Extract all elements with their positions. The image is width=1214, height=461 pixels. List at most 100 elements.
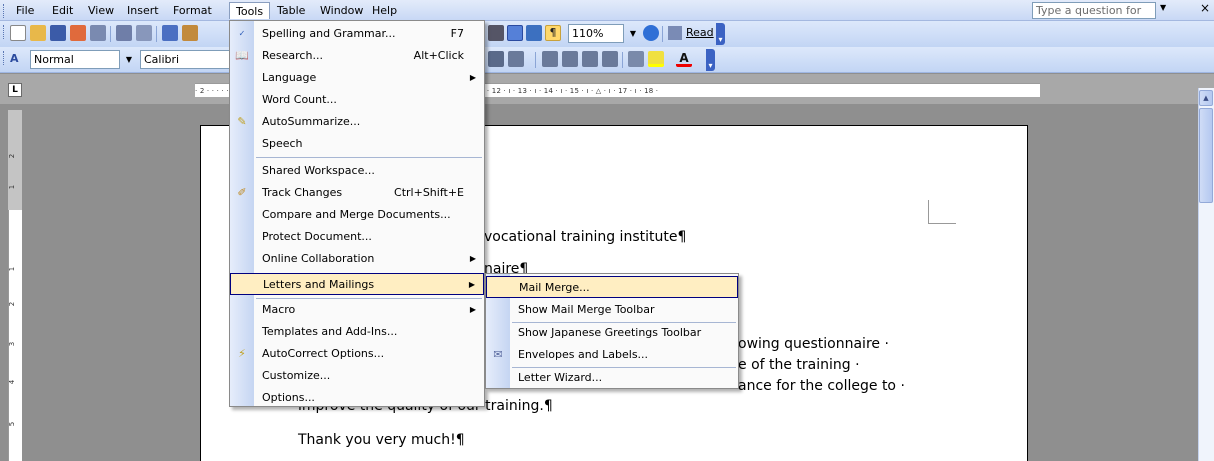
decrease-indent-icon[interactable] <box>582 51 598 67</box>
menu-item-autosummarize[interactable]: ✎ AutoSummarize... <box>230 111 484 133</box>
new-icon[interactable] <box>10 25 26 41</box>
menu-item-templates[interactable]: Templates and Add-Ins... <box>230 321 484 343</box>
menu-item-shared-workspace[interactable]: Shared Workspace... <box>230 160 484 182</box>
tools-menu: ✓ Spelling and Grammar... F7 📖 Research.… <box>229 20 485 407</box>
menu-tools[interactable]: Tools <box>229 2 271 19</box>
bullets-icon[interactable] <box>562 51 578 67</box>
highlight-icon[interactable] <box>648 51 664 67</box>
menu-item-compare-merge[interactable]: Compare and Merge Documents... <box>230 204 484 226</box>
menu-table[interactable]: Table <box>271 2 311 19</box>
open-icon[interactable] <box>30 25 46 41</box>
style-select[interactable]: Normal <box>30 50 120 69</box>
help-dropdown-icon[interactable]: ▼ <box>1160 3 1166 12</box>
toolbar-grip[interactable] <box>3 25 6 39</box>
doc-line[interactable]: e of the training · <box>738 357 860 373</box>
scroll-up-icon[interactable]: ▲ <box>1199 90 1213 106</box>
border-icon[interactable] <box>628 51 644 67</box>
menu-item-customize[interactable]: Customize... <box>230 365 484 387</box>
menu-item-protect-document[interactable]: Protect Document... <box>230 226 484 248</box>
zoom-dropdown-icon[interactable]: ▼ <box>626 24 640 43</box>
toolbar-separator <box>110 26 111 42</box>
menu-item-spelling[interactable]: ✓ Spelling and Grammar... F7 <box>230 23 484 45</box>
submenu-arrow-icon: ▶ <box>469 305 476 314</box>
vruler-num: 2 <box>8 153 17 159</box>
preview-icon[interactable] <box>136 25 152 41</box>
toolbar-separator <box>662 26 663 42</box>
line-spacing-icon[interactable] <box>508 51 524 67</box>
numbering-icon[interactable] <box>542 51 558 67</box>
menu-file[interactable]: File <box>10 2 40 19</box>
vruler-num: 5 <box>8 421 17 427</box>
toolbar-separator <box>156 26 157 42</box>
menu-item-japanese-greetings[interactable]: Show Japanese Greetings Toolbar <box>486 322 738 344</box>
vruler-num: 3 <box>8 341 17 347</box>
menu-item-letter-wizard[interactable]: Letter Wizard... <box>486 367 738 389</box>
document-map-icon[interactable] <box>526 25 542 41</box>
menu-item-letters-and-mailings[interactable]: Letters and Mailings ▶ <box>230 273 484 295</box>
scrollbar-thumb[interactable] <box>1199 108 1213 203</box>
menu-insert[interactable]: Insert <box>121 2 165 19</box>
menu-bar: File Edit View Insert Format Tools Table… <box>0 0 1214 32</box>
toolbar-options-icon[interactable]: ▾ <box>706 49 715 71</box>
drawing-icon[interactable] <box>507 25 523 41</box>
submenu-arrow-icon: ▶ <box>469 73 476 82</box>
columns-icon[interactable] <box>488 25 504 41</box>
menu-item-language[interactable]: Language ▶ <box>230 67 484 89</box>
font-color-icon[interactable]: A <box>676 51 692 67</box>
menu-item-options[interactable]: Options... <box>230 387 484 409</box>
margin-corner-mark <box>928 200 956 224</box>
style-dropdown-icon[interactable]: ▼ <box>122 50 136 69</box>
menu-item-research[interactable]: 📖 Research... Alt+Click <box>230 45 484 67</box>
doc-line[interactable]: owing questionnaire · <box>738 336 889 352</box>
close-icon[interactable]: × <box>1200 1 1210 15</box>
zoom-select[interactable]: 110% <box>568 24 624 43</box>
doc-line[interactable]: vocational training institute¶ <box>484 229 686 245</box>
toolbar-grip[interactable] <box>3 51 6 65</box>
menu-item-envelopes-labels[interactable]: ✉ Envelopes and Labels... <box>486 344 738 366</box>
menu-item-mail-merge[interactable]: Mail Merge... <box>486 276 738 298</box>
menu-window[interactable]: Window <box>314 2 369 19</box>
vruler-num: 1 <box>8 184 17 190</box>
vruler-num: 1 <box>8 266 17 272</box>
tab-selector[interactable]: L <box>8 83 22 97</box>
autosummarize-icon: ✎ <box>237 115 247 128</box>
research-icon[interactable] <box>182 25 198 41</box>
toolbar-options-icon[interactable]: ▾ <box>716 23 725 45</box>
help-search-input[interactable]: Type a question for help <box>1032 2 1156 32</box>
justify-icon[interactable] <box>488 51 504 67</box>
standard-toolbar: ¶ 110% ▼ Read ▾ <box>0 21 1214 47</box>
print-icon[interactable] <box>90 25 106 41</box>
submenu-arrow-icon: ▶ <box>468 280 475 289</box>
help-icon[interactable] <box>643 25 659 41</box>
styles-icon[interactable]: A <box>10 52 26 68</box>
font-select[interactable]: Calibri <box>140 50 230 69</box>
envelope-icon: ✉ <box>493 348 503 361</box>
autocorrect-icon: ⚡ <box>238 347 246 360</box>
permission-icon[interactable] <box>70 25 86 41</box>
doc-line[interactable]: Thank you very much!¶ <box>298 432 465 448</box>
menu-item-autocorrect[interactable]: ⚡ AutoCorrect Options... <box>230 343 484 365</box>
menu-format[interactable]: Format <box>167 2 218 19</box>
menu-item-macro[interactable]: Macro ▶ <box>230 299 484 321</box>
menu-item-speech[interactable]: Speech <box>230 133 484 155</box>
spelling-icon: ✓ <box>238 29 246 38</box>
read-icon[interactable] <box>668 26 682 40</box>
menu-item-track-changes[interactable]: ✐ Track Changes Ctrl+Shift+E <box>230 182 484 204</box>
menubar-grip[interactable] <box>3 4 6 18</box>
print-preview-icon[interactable] <box>116 25 132 41</box>
menu-edit[interactable]: Edit <box>46 2 79 19</box>
vruler-num: 4 <box>8 379 17 385</box>
submenu-arrow-icon: ▶ <box>469 254 476 263</box>
read-button[interactable]: Read <box>686 26 714 40</box>
increase-indent-icon[interactable] <box>602 51 618 67</box>
spelling-icon[interactable] <box>162 25 178 41</box>
menu-item-show-mail-merge-toolbar[interactable]: Show Mail Merge Toolbar <box>486 299 738 321</box>
menu-help[interactable]: Help <box>366 2 403 19</box>
menu-item-online-collaboration[interactable]: Online Collaboration ▶ <box>230 248 484 270</box>
show-hide-icon[interactable]: ¶ <box>545 25 561 41</box>
menu-view[interactable]: View <box>82 2 120 19</box>
doc-line[interactable]: ance for the college to · <box>738 378 905 394</box>
menu-item-word-count[interactable]: Word Count... <box>230 89 484 111</box>
letters-mailings-submenu: Mail Merge... Show Mail Merge Toolbar Sh… <box>485 273 739 389</box>
save-icon[interactable] <box>50 25 66 41</box>
